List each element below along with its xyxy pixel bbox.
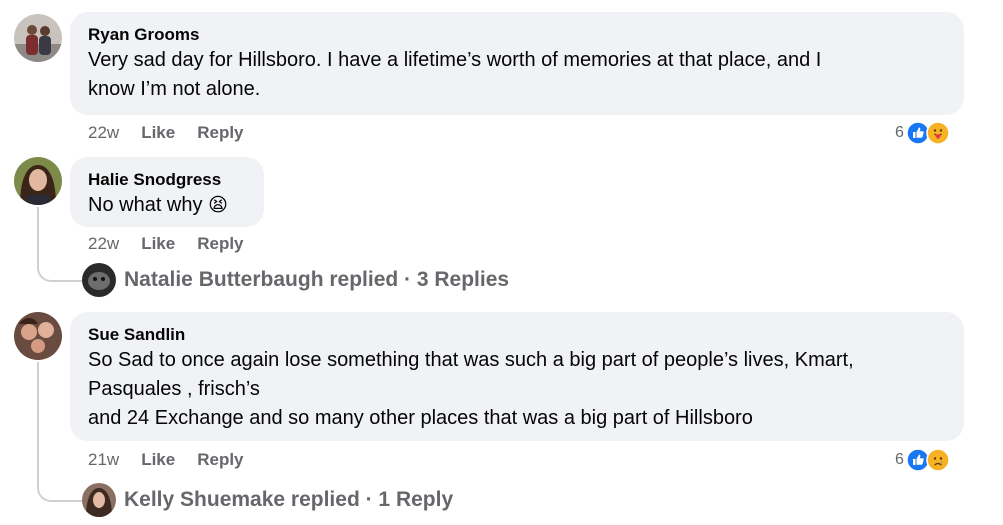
comment-time[interactable]: 22w	[88, 123, 119, 143]
avatar	[82, 263, 116, 297]
reply-button[interactable]: Reply	[197, 123, 243, 143]
comment-author[interactable]: Sue Sandlin	[88, 324, 946, 346]
thread-line	[37, 362, 39, 487]
avatar[interactable]	[14, 157, 62, 205]
comment-bubble: Halie Snodgress No what why 😫	[70, 157, 264, 227]
thread-connector	[37, 250, 85, 282]
like-button[interactable]: Like	[141, 123, 175, 143]
view-replies[interactable]: Natalie Butterbaugh replied · 3 Replies	[82, 263, 509, 297]
sad-icon	[926, 448, 950, 472]
replies-summary[interactable]: Kelly Shuemake replied · 1 Reply	[124, 488, 453, 512]
comment-time[interactable]: 22w	[88, 234, 119, 254]
comment-actions: 22w Like Reply	[88, 123, 244, 143]
comment-bubble: Sue Sandlin So Sad to once again lose so…	[70, 312, 964, 441]
comment-author[interactable]: Halie Snodgress	[88, 169, 246, 191]
reply-button[interactable]: Reply	[197, 450, 243, 470]
reaction-count: 6	[895, 451, 904, 468]
reply-button[interactable]: Reply	[197, 234, 243, 254]
comment-author[interactable]: Ryan Grooms	[88, 24, 946, 46]
avatar[interactable]	[14, 312, 62, 360]
view-replies[interactable]: Kelly Shuemake replied · 1 Reply	[82, 483, 453, 517]
reactions-summary[interactable]: 6	[895, 121, 950, 145]
comment-bubble: Ryan Grooms Very sad day for Hillsboro. …	[70, 12, 964, 115]
reaction-count: 6	[895, 124, 904, 141]
comment-text-body: No what why	[88, 194, 203, 216]
comment-text: Very sad day for Hillsboro. I have a lif…	[88, 49, 822, 100]
weary-face-emoji: 😫	[208, 194, 228, 216]
reactions-summary[interactable]: 6	[895, 448, 950, 472]
care-icon	[926, 121, 950, 145]
comment-text: No what why 😫	[88, 191, 246, 220]
like-button[interactable]: Like	[141, 450, 175, 470]
like-button[interactable]: Like	[141, 234, 175, 254]
replies-summary[interactable]: Natalie Butterbaugh replied · 3 Replies	[124, 268, 509, 292]
comment-time[interactable]: 21w	[88, 450, 119, 470]
thread-connector	[37, 470, 85, 502]
comment-actions: 21w Like Reply	[88, 450, 244, 470]
comment-actions: 22w Like Reply	[88, 234, 244, 254]
avatar	[82, 483, 116, 517]
avatar[interactable]	[14, 14, 62, 62]
comment-text: So Sad to once again lose something that…	[88, 349, 854, 429]
